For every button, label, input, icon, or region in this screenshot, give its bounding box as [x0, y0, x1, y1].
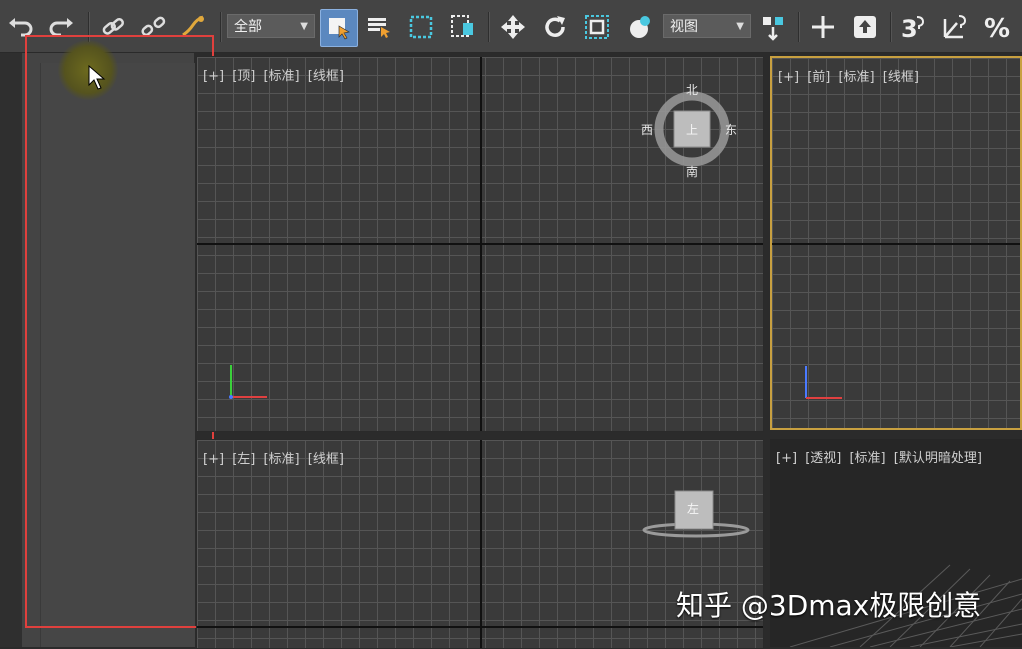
grid-axis-vertical — [480, 57, 482, 431]
axis-tripod-icon — [229, 365, 267, 399]
viewcube[interactable]: 左 — [641, 488, 751, 542]
pivot-icon[interactable] — [622, 10, 656, 44]
viewport-menu-plus[interactable]: [+] — [203, 452, 224, 467]
viewport-view-name[interactable]: [顶] — [232, 69, 255, 84]
viewport-top[interactable]: [+] [顶] [标准] [线框] 北 南 东 西 上 — [196, 56, 764, 432]
viewport-view-name[interactable]: [前] — [807, 70, 830, 85]
scale-icon[interactable] — [580, 10, 614, 44]
viewport-display-mode[interactable]: [线框] — [308, 69, 344, 84]
axis-tripod-icon — [805, 366, 842, 399]
select-by-name-icon[interactable] — [362, 10, 396, 44]
select-manipulate-icon[interactable] — [806, 10, 840, 44]
redo-icon[interactable] — [44, 10, 78, 44]
chevron-down-icon: ▼ — [300, 21, 308, 32]
grid-axis-horizontal — [772, 243, 1020, 245]
svg-text:%: % — [984, 14, 1010, 41]
viewport-shading[interactable]: [标准] — [838, 70, 874, 85]
left-side-panel[interactable] — [22, 53, 195, 647]
left-dock-strip — [0, 53, 22, 647]
viewport-display-mode[interactable]: [默认明暗处理] — [894, 451, 982, 466]
viewcube[interactable]: 北 南 东 西 上 — [641, 81, 737, 180]
window-crossing-icon[interactable] — [446, 10, 480, 44]
percent-snap-icon[interactable]: % — [980, 10, 1014, 44]
snap-toggle-icon[interactable]: 3 — [896, 10, 930, 44]
link-icon[interactable] — [96, 10, 130, 44]
viewport-view-name[interactable]: [透视] — [805, 451, 841, 466]
compass-north[interactable]: 北 — [686, 81, 698, 98]
viewport-label[interactable]: [+] [顶] [标准] [线框] — [203, 65, 348, 84]
reference-coord-value: 视图 — [670, 19, 698, 35]
viewport-shading[interactable]: [标准] — [849, 451, 885, 466]
keyboard-shortcut-icon[interactable] — [848, 10, 882, 44]
watermark-text: 知乎 @3Dmax极限创意 — [676, 589, 982, 622]
angle-snap-icon[interactable] — [938, 10, 972, 44]
compass-east[interactable]: 东 — [725, 121, 737, 138]
use-pivot-icon[interactable] — [756, 10, 790, 44]
viewport-label[interactable]: [+] [透视] [标准] [默认明暗处理] — [776, 447, 986, 466]
viewport-menu-plus[interactable]: [+] — [776, 451, 797, 466]
viewport-display-mode[interactable]: [线框] — [308, 452, 344, 467]
viewcube-face[interactable]: 左 — [687, 500, 699, 517]
selection-filter-dropdown[interactable]: 全部 ▼ — [227, 14, 315, 38]
mouse-cursor-icon — [88, 65, 106, 90]
viewport-front[interactable]: [+] [前] [标准] [线框] — [770, 56, 1022, 430]
bind-space-warp-icon[interactable] — [176, 10, 210, 44]
viewport-view-name[interactable]: [左] — [232, 452, 255, 467]
select-object-icon[interactable] — [320, 9, 358, 47]
viewport-menu-plus[interactable]: [+] — [778, 70, 799, 85]
svg-text:3: 3 — [901, 15, 918, 41]
move-icon[interactable] — [496, 10, 530, 44]
viewport-label[interactable]: [+] [前] [标准] [线框] — [778, 66, 923, 85]
undo-icon[interactable] — [4, 10, 38, 44]
main-toolbar: 全部 ▼ 视图 ▼ 3 % — [0, 0, 1022, 53]
chevron-down-icon: ▼ — [736, 21, 744, 32]
rotate-icon[interactable] — [538, 10, 572, 44]
unlink-icon[interactable] — [136, 10, 170, 44]
viewport-display-mode[interactable]: [线框] — [883, 70, 919, 85]
scene-explorer-area[interactable] — [40, 63, 195, 647]
viewport-shading[interactable]: [标准] — [263, 452, 299, 467]
rect-selection-icon[interactable] — [404, 10, 438, 44]
viewcube-face[interactable]: 上 — [686, 121, 698, 138]
viewport-shading[interactable]: [标准] — [263, 69, 299, 84]
compass-south[interactable]: 南 — [686, 163, 698, 180]
grid-axis-vertical — [480, 440, 482, 648]
compass-west[interactable]: 西 — [641, 121, 653, 138]
selection-filter-value: 全部 — [234, 19, 262, 35]
viewport-label[interactable]: [+] [左] [标准] [线框] — [203, 448, 348, 467]
viewport-menu-plus[interactable]: [+] — [203, 69, 224, 84]
reference-coord-dropdown[interactable]: 视图 ▼ — [663, 14, 751, 38]
